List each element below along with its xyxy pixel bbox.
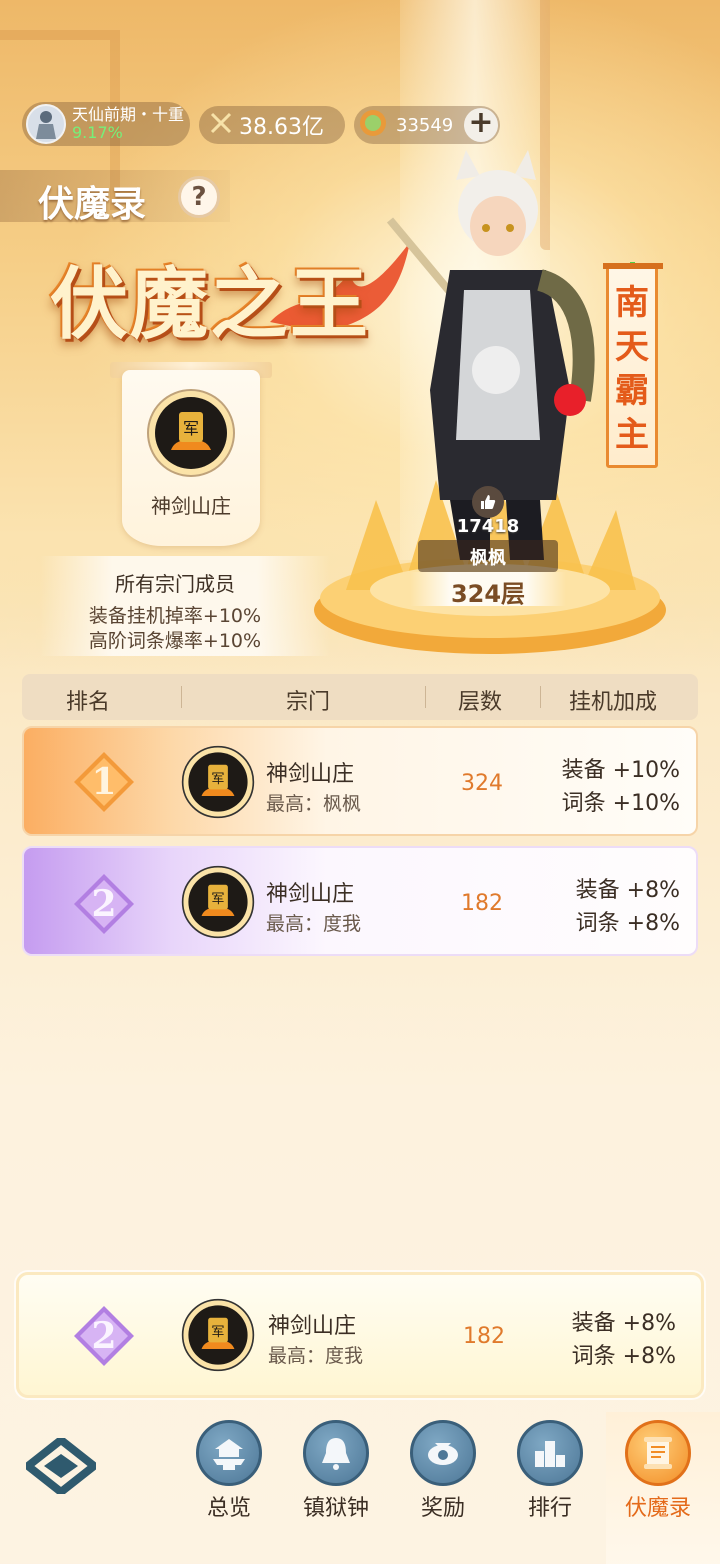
rank-1-badge-icon: 1 xyxy=(74,752,134,812)
equip-bonus: 装备 +10% xyxy=(561,758,680,783)
title-char: 主 xyxy=(615,415,649,455)
svg-text:军: 军 xyxy=(211,772,224,787)
svg-text:2: 2 xyxy=(91,883,116,925)
reward-icon xyxy=(410,1420,476,1486)
sect-emblem-icon: 军 xyxy=(181,745,255,819)
combat-power-value: 38.63亿 xyxy=(239,115,324,140)
floor-value: 182 xyxy=(463,1324,505,1349)
svg-text:军: 军 xyxy=(211,892,224,907)
coin-icon xyxy=(358,108,388,142)
event-logo: 伏魔之王 xyxy=(50,259,371,350)
thumbs-up-icon xyxy=(481,495,496,509)
affix-bonus: 词条 +8% xyxy=(571,1344,676,1369)
header-divider xyxy=(181,686,182,708)
nav-label: 奖励 xyxy=(420,1496,465,1521)
scroll-icon xyxy=(625,1420,691,1486)
realm-status[interactable]: 天仙前期・十重 9.17% xyxy=(22,102,190,146)
bonus-title: 所有宗门成员 xyxy=(115,572,235,596)
svg-text:2: 2 xyxy=(91,1315,116,1357)
header-bonus: 挂机加成 xyxy=(569,690,658,715)
realm-name: 天仙前期・十重 xyxy=(72,105,185,124)
champion-floor: 324层 xyxy=(450,580,526,608)
nav-label: 伏魔录 xyxy=(624,1496,691,1521)
svg-text:1: 1 xyxy=(91,761,116,803)
affix-bonus: 词条 +10% xyxy=(561,791,680,816)
sect-emblem-icon: 军 xyxy=(181,1298,255,1372)
header-rank: 排名 xyxy=(66,690,111,715)
header-sect: 宗门 xyxy=(286,690,331,715)
currency: 33549 + xyxy=(354,106,500,144)
nav-rewards[interactable]: 奖励 xyxy=(393,1414,493,1534)
home-logo-icon[interactable] xyxy=(26,1438,96,1494)
header-divider xyxy=(540,686,541,708)
page-title: 伏魔录 xyxy=(38,184,147,225)
sect-emblem-icon: 军 xyxy=(146,388,236,482)
floor-value: 182 xyxy=(461,891,503,916)
sect-emblem-icon: 军 xyxy=(181,865,255,939)
like-button[interactable] xyxy=(472,486,504,518)
rank-2-badge-icon: 2 xyxy=(74,874,134,934)
top-player: 最高：枫枫 xyxy=(266,793,362,815)
combat-power: 38.63亿 xyxy=(199,106,345,144)
player-name: 枫枫 xyxy=(470,548,506,569)
bonus-line-equip: 装备挂机掉率+10% xyxy=(88,605,262,627)
pagoda-icon xyxy=(196,1420,262,1486)
header-divider xyxy=(425,686,426,708)
champion-title-scroll: 南 天 霸 主 xyxy=(603,263,663,468)
bell-icon xyxy=(303,1420,369,1486)
bonus-line-affix: 高阶词条爆率+10% xyxy=(88,630,262,652)
title-char: 南 xyxy=(615,283,649,323)
nav-label: 总览 xyxy=(206,1496,251,1521)
sect-name: 神剑山庄 xyxy=(266,882,355,907)
avatar xyxy=(26,104,66,144)
floor-value: 324 xyxy=(461,771,503,796)
title-char: 天 xyxy=(615,327,649,367)
nav-demon-record[interactable]: 伏魔录 xyxy=(608,1414,708,1534)
nav-overview[interactable]: 总览 xyxy=(179,1414,279,1534)
equip-bonus: 装备 +8% xyxy=(571,1311,676,1336)
top-player: 最高：度我 xyxy=(268,1345,364,1367)
nav-bell[interactable]: 镇狱钟 xyxy=(286,1414,386,1534)
rank-2-badge-icon: 2 xyxy=(74,1306,134,1366)
swords-icon xyxy=(209,111,233,139)
nav-ranking[interactable]: 排行 xyxy=(500,1414,600,1534)
currency-value: 33549 xyxy=(396,114,454,136)
affix-bonus: 词条 +8% xyxy=(575,911,680,936)
add-currency-button[interactable]: + xyxy=(464,108,498,142)
help-button[interactable]: ? xyxy=(178,176,220,218)
champion-sect-name: 神剑山庄 xyxy=(151,494,231,518)
svg-text:军: 军 xyxy=(183,419,199,438)
sect-name: 神剑山庄 xyxy=(266,762,355,787)
nav-label: 镇狱钟 xyxy=(302,1496,369,1521)
ranking-icon xyxy=(517,1420,583,1486)
like-count: 17418 xyxy=(456,516,520,537)
top-player: 最高：度我 xyxy=(266,913,362,935)
nav-label: 排行 xyxy=(527,1496,572,1521)
sect-name: 神剑山庄 xyxy=(268,1314,357,1339)
header-floor: 层数 xyxy=(458,690,503,715)
realm-progress: 9.17% xyxy=(72,123,123,142)
svg-text:军: 军 xyxy=(211,1325,224,1340)
equip-bonus: 装备 +8% xyxy=(575,878,680,903)
title-char: 霸 xyxy=(615,371,649,411)
